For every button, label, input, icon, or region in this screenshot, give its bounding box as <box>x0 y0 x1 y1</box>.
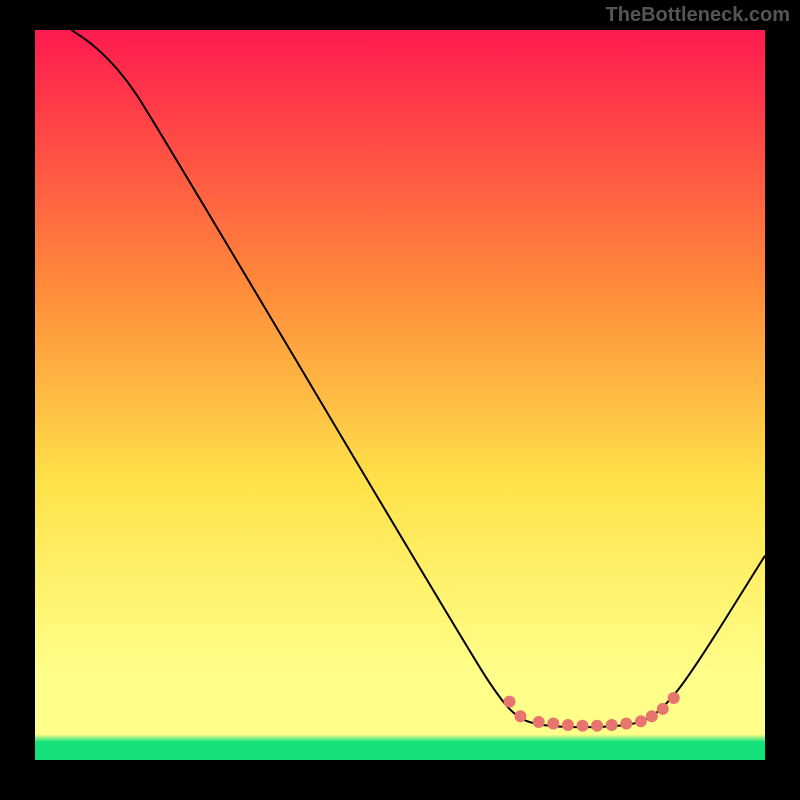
data-marker <box>547 718 559 730</box>
data-marker <box>562 719 574 731</box>
chart-container: TheBottleneck.com <box>0 0 800 800</box>
data-marker <box>668 692 680 704</box>
data-marker <box>657 703 669 715</box>
data-marker <box>620 718 632 730</box>
data-marker <box>577 720 589 732</box>
data-marker <box>533 716 545 728</box>
data-marker <box>635 715 647 727</box>
data-marker <box>514 710 526 722</box>
data-marker <box>606 719 618 731</box>
chart-svg <box>35 30 765 760</box>
data-marker <box>504 696 516 708</box>
plot-area <box>35 30 765 760</box>
data-marker <box>646 710 658 722</box>
data-marker <box>591 720 603 732</box>
chart-background <box>35 30 765 760</box>
watermark-text: TheBottleneck.com <box>606 4 790 27</box>
